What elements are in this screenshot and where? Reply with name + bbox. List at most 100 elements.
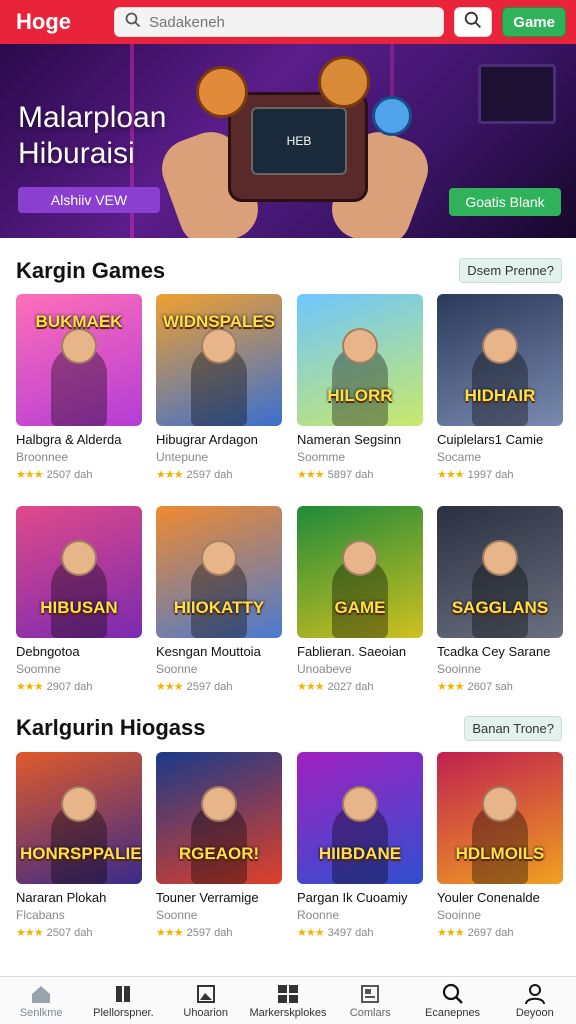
game-thumbnail[interactable]: BUKMAEK [16, 294, 142, 426]
game-card[interactable]: HONRSPPALIES Nararan Plokah Flcabans ★★★ 250… [16, 752, 144, 939]
game-card[interactable]: HIBUSAN Debngotoa Soomne ★★★ 2907 dah [16, 506, 144, 693]
rating-count: 2507 dah [46, 468, 93, 481]
game-title[interactable]: Nameran Segsinn [297, 432, 425, 447]
game-thumbnail-title: SAGGLANS [451, 598, 549, 617]
section-more-button[interactable]: Banan Trone? [464, 716, 562, 741]
game-thumbnail[interactable]: HDLMOILS [437, 752, 563, 884]
game-title[interactable]: Hibugrar Ardagon [156, 432, 284, 447]
game-title[interactable]: Touner Verramige [156, 890, 284, 905]
nav-item-market[interactable]: Markerskplokes [247, 977, 329, 1024]
nav-item-news[interactable]: Comlars [329, 977, 411, 1024]
hero-title-line1: Malarploan [18, 101, 167, 134]
game-console: HEB [228, 92, 368, 202]
game-thumbnail-title: HONRSPPALIES [20, 844, 142, 863]
rating-count: 2697 dah [467, 926, 514, 939]
game-thumbnail[interactable]: HIDHAIR [437, 294, 563, 426]
character-head [201, 328, 237, 364]
game-title[interactable]: Kesngan Mouttoia [156, 644, 284, 659]
game-thumbnail[interactable]: HIBUSAN [16, 506, 142, 638]
section-more-button[interactable]: Dsem Prenne? [459, 258, 562, 283]
game-thumbnail-title: HIBUSAN [40, 598, 118, 617]
hero-cta-button[interactable]: Goatis Blank [449, 188, 561, 216]
character-head [342, 540, 378, 576]
game-title[interactable]: Pargan Ik Cuoamiy [297, 890, 425, 905]
character-head [482, 540, 518, 576]
character-head [482, 786, 518, 822]
game-card[interactable]: WIDNSPALES Hibugrar Ardagon Untepune ★★★ 259… [156, 294, 284, 481]
game-rating: ★★★ 2507 dah [16, 926, 144, 940]
nav-label: Senlkme [19, 1006, 63, 1019]
star-rating-icon: ★★★ [156, 927, 184, 939]
game-thumbnail-title: BUKMAEK [35, 312, 123, 331]
game-title[interactable]: Debngotoa [16, 644, 144, 659]
nav-item-media[interactable]: Uhoarion [165, 977, 247, 1024]
hero-banner[interactable]: HEB Malarploan Hiburaisi Alshiiv VEW Goa… [0, 44, 576, 238]
game-thumbnail-title: HIIBDANE [318, 844, 402, 863]
rating-count: 1997 dah [467, 468, 514, 481]
game-subtitle: Untepune [156, 450, 209, 464]
character-head [201, 786, 237, 822]
game-card[interactable]: HIIOKATTY Kesngan Mouttoia Soonne ★★★ 2597 d… [156, 506, 284, 693]
game-thumbnail-title: RGEAOR! [178, 844, 260, 863]
star-rating-icon: ★★★ [16, 469, 44, 481]
character-head [342, 786, 378, 822]
game-thumbnail[interactable]: HONRSPPALIES [16, 752, 142, 884]
game-title[interactable]: Nararan Plokah [16, 890, 144, 905]
game-thumbnail[interactable]: GAME [297, 506, 423, 638]
game-subtitle: Soonne [156, 908, 198, 922]
search-icon [125, 12, 141, 33]
game-title[interactable]: Tcadka Cey Sarane [437, 644, 565, 659]
nav-item-library[interactable]: Plellorspner. [82, 977, 164, 1024]
game-card[interactable]: HILORR Nameran Segsinn Soomme ★★★ 5897 dah [297, 294, 425, 481]
bear-mascot [318, 56, 370, 108]
user-icon [524, 983, 546, 1005]
search-box[interactable] [114, 7, 445, 37]
character-head [61, 328, 97, 364]
nav-item-search[interactable]: Ecanepnes [411, 977, 493, 1024]
star-rating-icon: ★★★ [16, 681, 44, 693]
game-card[interactable]: SAGGLANS Tcadka Cey Sarane Sooinne ★★★ 2607 … [437, 506, 565, 693]
game-rating: ★★★ 2697 dah [437, 926, 565, 940]
game-subtitle: Flcabans [16, 908, 65, 922]
character-head [201, 540, 237, 576]
game-thumbnail[interactable]: HIIBDANE [297, 752, 423, 884]
bear-mascot [196, 66, 248, 118]
app-logo[interactable]: Hoge [16, 9, 104, 35]
game-card[interactable]: HIDHAIR Cuiplelars1 Camie Socame ★★★ 1997 da… [437, 294, 565, 481]
game-button[interactable]: Game [502, 7, 566, 37]
game-card[interactable]: RGEAOR! Touner Verramige Soonne ★★★ 2597 dah [156, 752, 284, 939]
game-title[interactable]: Fablieran. Saeoian [297, 644, 425, 659]
game-card[interactable]: GAME Fablieran. Saeoian Unoabeve ★★★ 2027 da… [297, 506, 425, 693]
nav-item-home[interactable]: Senlkme [0, 977, 82, 1024]
blue-mascot [372, 96, 412, 136]
search-input[interactable] [149, 13, 434, 31]
star-rating-icon: ★★★ [297, 681, 325, 693]
game-subtitle: Unoabeve [297, 662, 352, 676]
star-rating-icon: ★★★ [437, 927, 465, 939]
character-head [61, 786, 97, 822]
top-bar: Hoge Game [0, 0, 576, 44]
console-screen-text: HEB [286, 134, 312, 148]
game-rating: ★★★ 5897 dah [297, 468, 425, 482]
game-thumbnail[interactable]: WIDNSPALES [156, 294, 282, 426]
search-icon [464, 11, 482, 34]
game-title[interactable]: Youler Conenalde [437, 890, 565, 905]
game-card[interactable]: HIIBDANE Pargan Ik Cuoamiy Roonne ★★★ 3497 d… [297, 752, 425, 939]
nav-item-profile[interactable]: Deyoon [494, 977, 576, 1024]
game-thumbnail[interactable]: RGEAOR! [156, 752, 282, 884]
game-thumbnail[interactable]: HIIOKATTY [156, 506, 282, 638]
hero-title-line2: Hiburaisi [18, 137, 135, 170]
search-button[interactable] [454, 7, 493, 37]
game-title[interactable]: Cuiplelars1 Camie [437, 432, 565, 447]
hero-view-button[interactable]: Alshiiv VEW [18, 187, 160, 213]
game-rating: ★★★ 2907 dah [16, 680, 144, 694]
section-title: Kargin Games [16, 258, 166, 283]
game-card[interactable]: BUKMAEK Halbgra & Alderda Broonnee ★★★ 2507 … [16, 294, 144, 481]
game-card[interactable]: HDLMOILS Youler Conenalde Sooinne ★★★ 2697 d… [437, 752, 565, 939]
star-rating-icon: ★★★ [156, 681, 184, 693]
rating-count: 2597 dah [186, 680, 233, 693]
character-head [342, 328, 378, 364]
game-title[interactable]: Halbgra & Alderda [16, 432, 144, 447]
game-thumbnail[interactable]: HILORR [297, 294, 423, 426]
game-thumbnail[interactable]: SAGGLANS [437, 506, 563, 638]
